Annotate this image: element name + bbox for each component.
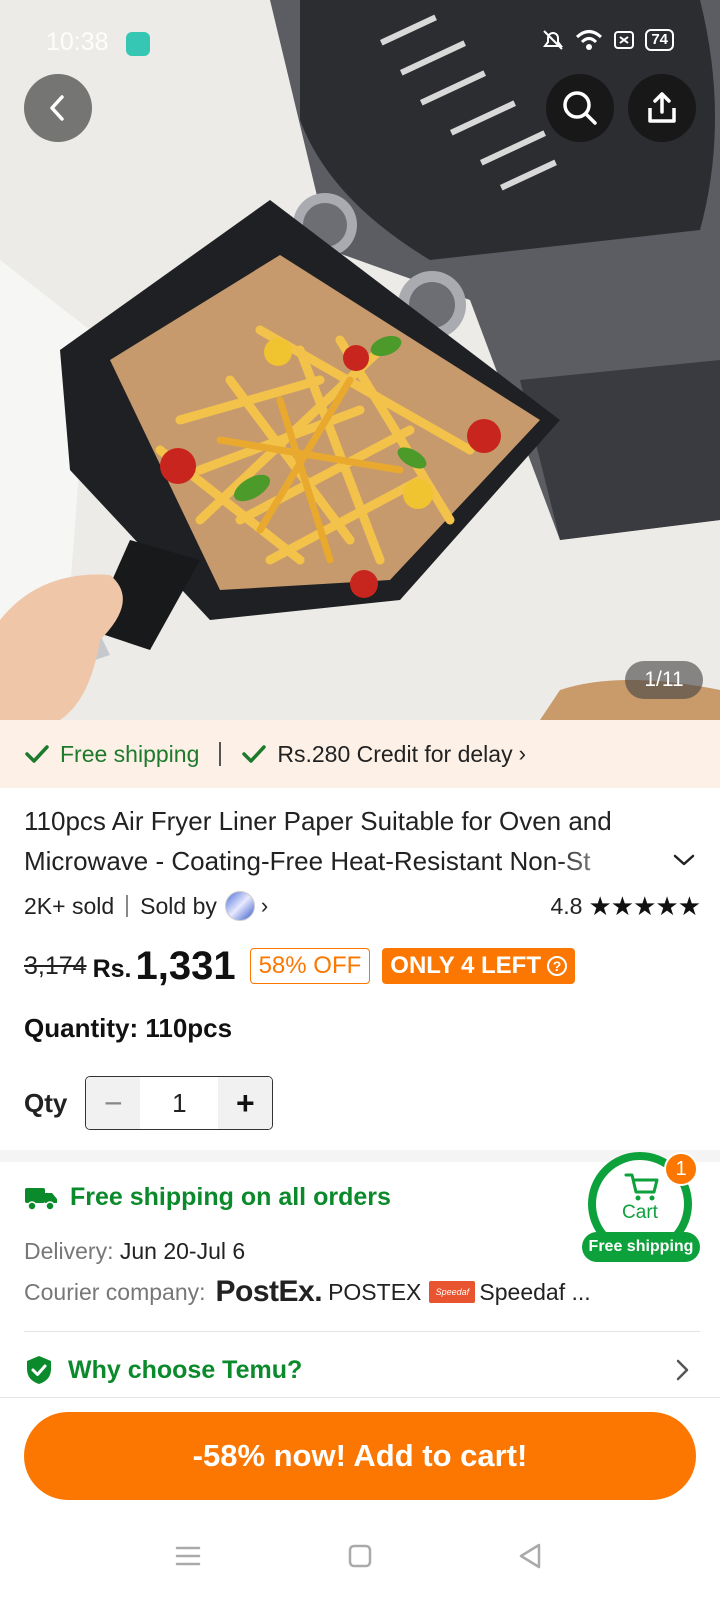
cart-label: Cart xyxy=(622,1202,658,1223)
share-icon xyxy=(648,92,676,123)
sold-by-label[interactable]: Sold by xyxy=(140,893,217,920)
stock-badge-label: ONLY 4 LEFT xyxy=(390,952,541,979)
speedaf-name: Speedaf ... xyxy=(479,1278,591,1305)
divider xyxy=(24,1331,700,1332)
wifi-icon xyxy=(576,30,603,50)
title-fade xyxy=(555,842,665,882)
chevron-down-icon[interactable] xyxy=(670,846,698,874)
divider xyxy=(126,895,129,917)
cart-free-shipping-tag: Free shipping xyxy=(582,1232,700,1262)
search-icon xyxy=(563,91,597,125)
price-row: 3,174 Rs. 1,331 58% OFF ONLY 4 LEFT ? xyxy=(24,940,575,992)
nav-back-icon xyxy=(519,1543,541,1569)
decrease-quantity-button[interactable]: − xyxy=(86,1077,141,1129)
cart-icon xyxy=(624,1173,659,1201)
currency-symbol: Rs. xyxy=(92,954,132,983)
divider xyxy=(0,1397,720,1398)
quantity-value[interactable]: 1 xyxy=(140,1077,218,1129)
home-icon xyxy=(348,1544,372,1568)
speedaf-logo: Speedaf xyxy=(429,1281,476,1303)
help-icon[interactable]: ? xyxy=(546,956,567,976)
courier-key: Courier company: xyxy=(24,1278,206,1305)
stock-badge[interactable]: ONLY 4 LEFT ? xyxy=(382,948,575,984)
app-notification-icon xyxy=(126,32,150,56)
status-bar: 10:38 74 xyxy=(0,22,720,62)
check-icon xyxy=(242,745,267,763)
mute-icon xyxy=(543,30,564,50)
system-back-button[interactable] xyxy=(510,1536,550,1576)
floating-cart-button[interactable]: Cart 1 Free shipping xyxy=(580,1152,700,1272)
add-to-cart-button[interactable]: -58% now! Add to cart! xyxy=(24,1412,696,1500)
product-meta: 2K+ sold Sold by › 4.8 ★★★★★ xyxy=(24,888,701,924)
share-button[interactable] xyxy=(628,74,696,142)
sold-count: 2K+ sold xyxy=(24,892,115,919)
free-shipping-label: Free shipping xyxy=(60,740,200,767)
original-price: 3,174 xyxy=(24,951,87,980)
sim-icon xyxy=(614,31,635,49)
back-icon xyxy=(50,95,64,121)
courier-info: Courier company: PostEx. POSTEX Speedaf … xyxy=(24,1275,591,1309)
shield-check-icon xyxy=(27,1356,51,1384)
why-choose-label: Why choose Temu? xyxy=(68,1355,303,1384)
shipping-title-label: Free shipping on all orders xyxy=(70,1183,391,1211)
battery-icon: 74 xyxy=(645,29,674,51)
rating[interactable]: 4.8 ★★★★★ xyxy=(550,888,701,924)
variant-quantity-label: Quantity: 110pcs xyxy=(24,1013,233,1043)
postex-name: POSTEX xyxy=(328,1278,422,1305)
cart-count-badge: 1 xyxy=(664,1152,698,1186)
delivery-key: Delivery: xyxy=(24,1238,114,1264)
back-button[interactable] xyxy=(24,74,92,142)
seller-avatar[interactable] xyxy=(224,891,255,921)
recent-apps-button[interactable] xyxy=(168,1536,208,1576)
discount-badge: 58% OFF xyxy=(249,948,371,984)
delay-credit-label: Rs.280 Credit for delay xyxy=(277,740,513,767)
home-button[interactable] xyxy=(340,1536,380,1576)
sale-price: 1,331 xyxy=(135,943,236,988)
delivery-value: Jun 20-Jul 6 xyxy=(119,1238,246,1264)
status-time: 10:38 xyxy=(46,28,109,56)
menu-icon xyxy=(175,1546,201,1566)
qty-label: Qty xyxy=(24,1087,68,1118)
chevron-right-icon: › xyxy=(518,741,526,766)
product-image-gallery[interactable]: 10:38 74 1/11 xyxy=(0,0,720,720)
qty-row: Qty − 1 + xyxy=(24,1076,274,1130)
postex-logo: PostEx. xyxy=(215,1275,323,1308)
rating-value: 4.8 xyxy=(550,892,583,919)
delivery-info: Delivery: Jun 20-Jul 6 xyxy=(24,1238,245,1265)
increase-quantity-button[interactable]: + xyxy=(218,1077,273,1129)
shipping-title[interactable]: Free shipping on all orders xyxy=(24,1183,391,1212)
truck-icon xyxy=(25,1187,57,1211)
chevron-right-icon xyxy=(676,1359,689,1381)
status-icons: 74 xyxy=(541,28,674,52)
star-icons: ★★★★★ xyxy=(588,890,701,921)
chevron-right-icon[interactable]: › xyxy=(261,893,268,919)
quantity-stepper: − 1 + xyxy=(85,1076,274,1130)
check-icon xyxy=(25,745,49,763)
divider xyxy=(219,742,222,766)
system-nav-bar xyxy=(0,1520,720,1600)
search-button[interactable] xyxy=(546,74,614,142)
image-counter: 1/11 xyxy=(625,661,703,699)
shipping-banner[interactable]: Free shipping Rs.280 Credit for delay › xyxy=(0,720,720,788)
why-choose-temu-row[interactable]: Why choose Temu? xyxy=(24,1352,700,1388)
